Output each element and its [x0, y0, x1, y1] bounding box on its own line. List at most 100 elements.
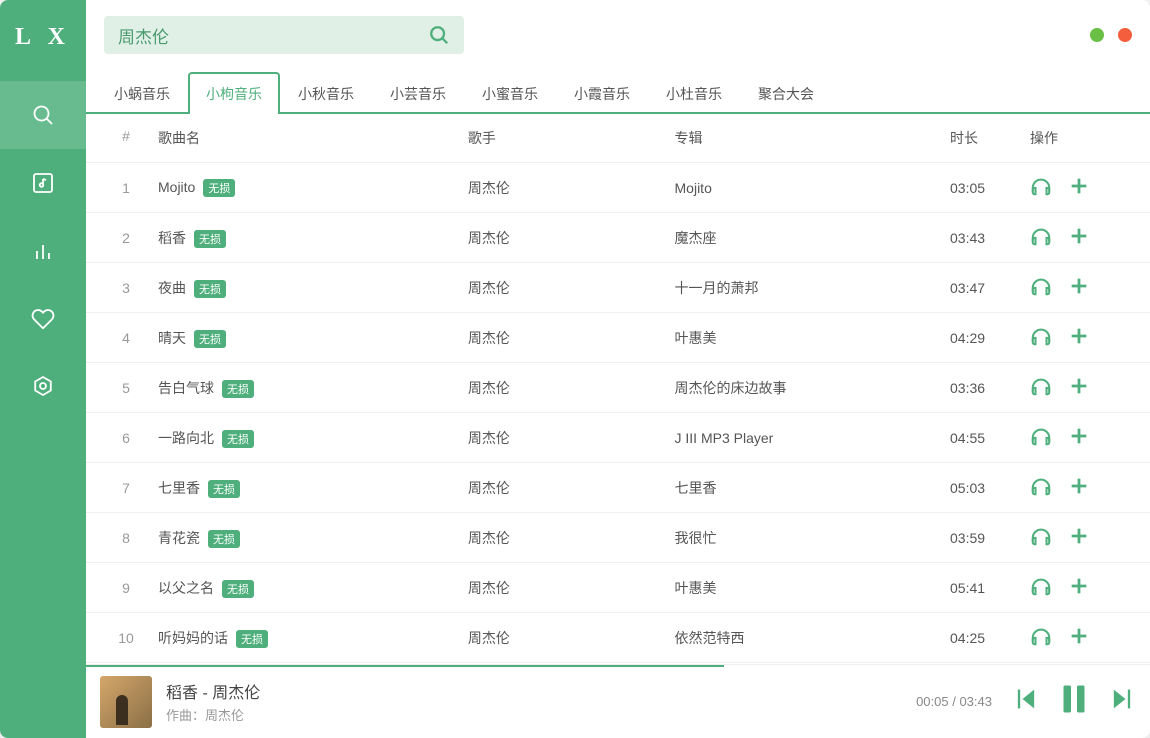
music-list-icon	[31, 171, 55, 195]
progress-bar[interactable]	[86, 665, 724, 667]
track-title: 稻香 - 周杰伦	[166, 679, 902, 703]
table-row[interactable]: 6一路向北无损周杰伦J III MP3 Player04:55	[86, 412, 1150, 462]
row-artist: 周杰伦	[468, 628, 675, 648]
nav-search[interactable]	[0, 81, 86, 149]
results-table: # 歌曲名 歌手 专辑 时长 操作 1Mojito无损周杰伦Mojito03:0…	[86, 114, 1150, 664]
nav-charts[interactable]	[0, 217, 86, 285]
quality-badge: 无损	[194, 280, 226, 298]
settings-icon	[31, 375, 55, 399]
add-button[interactable]	[1068, 575, 1090, 600]
headphones-icon	[1030, 525, 1052, 547]
row-index: 3	[106, 280, 146, 296]
add-button[interactable]	[1068, 225, 1090, 250]
table-row[interactable]: 10听妈妈的话无损周杰伦依然范特西04:25	[86, 612, 1150, 662]
row-index: 8	[106, 530, 146, 546]
source-tab-6[interactable]: 小杜音乐	[648, 72, 740, 114]
row-index: 5	[106, 380, 146, 396]
listen-button[interactable]	[1030, 225, 1052, 250]
source-tab-5[interactable]: 小霞音乐	[556, 72, 648, 114]
table-row[interactable]: 9以父之名无损周杰伦叶惠美05:41	[86, 562, 1150, 612]
quality-badge: 无损	[222, 380, 254, 398]
pause-button[interactable]	[1056, 681, 1092, 722]
nav-settings[interactable]	[0, 353, 86, 421]
add-button[interactable]	[1068, 175, 1090, 200]
table-row[interactable]: 3夜曲无损周杰伦十一月的萧邦03:47	[86, 262, 1150, 312]
row-actions	[1030, 525, 1130, 550]
row-duration: 03:47	[950, 280, 1030, 296]
nav-playlist[interactable]	[0, 149, 86, 217]
player-bar: 稻香 - 周杰伦 作曲：周杰伦 00:05 / 03:43	[86, 664, 1150, 738]
plus-icon	[1068, 375, 1090, 397]
search-input[interactable]	[118, 25, 428, 45]
row-name: 七里香无损	[146, 478, 468, 498]
listen-button[interactable]	[1030, 325, 1052, 350]
add-button[interactable]	[1068, 275, 1090, 300]
table-row[interactable]: 4晴天无损周杰伦叶惠美04:29	[86, 312, 1150, 362]
row-index: 9	[106, 580, 146, 596]
source-tab-4[interactable]: 小蜜音乐	[464, 72, 556, 114]
row-name: 稻香无损	[146, 228, 468, 248]
listen-button[interactable]	[1030, 475, 1052, 500]
heart-icon	[31, 307, 55, 331]
add-button[interactable]	[1068, 425, 1090, 450]
close-button[interactable]	[1118, 28, 1132, 42]
plus-icon	[1068, 175, 1090, 197]
minimize-button[interactable]	[1090, 28, 1104, 42]
row-artist: 周杰伦	[468, 478, 675, 498]
table-row[interactable]: 2稻香无损周杰伦魔杰座03:43	[86, 212, 1150, 262]
row-index: 10	[106, 630, 146, 646]
source-tab-0[interactable]: 小蜗音乐	[96, 72, 188, 114]
row-artist: 周杰伦	[468, 578, 675, 598]
time-separator: /	[949, 694, 960, 709]
search-box	[104, 16, 464, 54]
row-actions	[1030, 325, 1130, 350]
col-header-duration: 时长	[950, 128, 1030, 148]
row-artist: 周杰伦	[468, 178, 675, 198]
row-album: 依然范特西	[675, 628, 950, 648]
row-name: 晴天无损	[146, 328, 468, 348]
album-art[interactable]	[100, 676, 152, 728]
table-row[interactable]: 8青花瓷无损周杰伦我很忙03:59	[86, 512, 1150, 562]
row-album: 魔杰座	[675, 228, 950, 248]
skip-back-icon	[1012, 685, 1040, 713]
row-name: 告白气球无损	[146, 378, 468, 398]
table-row[interactable]: 5告白气球无损周杰伦周杰伦的床边故事03:36	[86, 362, 1150, 412]
next-button[interactable]	[1108, 685, 1136, 718]
add-button[interactable]	[1068, 375, 1090, 400]
listen-button[interactable]	[1030, 425, 1052, 450]
row-album: J III MP3 Player	[675, 430, 950, 446]
headphones-icon	[1030, 375, 1052, 397]
plus-icon	[1068, 575, 1090, 597]
quality-badge: 无损	[203, 179, 235, 197]
add-button[interactable]	[1068, 475, 1090, 500]
listen-button[interactable]	[1030, 175, 1052, 200]
listen-button[interactable]	[1030, 375, 1052, 400]
table-row[interactable]: 7七里香无损周杰伦七里香05:03	[86, 462, 1150, 512]
prev-button[interactable]	[1012, 685, 1040, 718]
search-submit-icon[interactable]	[428, 24, 450, 46]
add-button[interactable]	[1068, 625, 1090, 650]
row-index: 7	[106, 480, 146, 496]
skip-forward-icon	[1108, 685, 1136, 713]
row-name: 夜曲无损	[146, 278, 468, 298]
plus-icon	[1068, 525, 1090, 547]
listen-button[interactable]	[1030, 525, 1052, 550]
source-tab-7[interactable]: 聚合大会	[740, 72, 832, 114]
source-tab-3[interactable]: 小芸音乐	[372, 72, 464, 114]
add-button[interactable]	[1068, 325, 1090, 350]
col-header-artist: 歌手	[468, 128, 675, 148]
listen-button[interactable]	[1030, 625, 1052, 650]
row-album: 我很忙	[675, 528, 950, 548]
source-tab-1[interactable]: 小枸音乐	[188, 72, 280, 114]
listen-button[interactable]	[1030, 275, 1052, 300]
plus-icon	[1068, 625, 1090, 647]
quality-badge: 无损	[222, 580, 254, 598]
row-album: 周杰伦的床边故事	[675, 378, 950, 398]
add-button[interactable]	[1068, 525, 1090, 550]
table-row[interactable]: 1Mojito无损周杰伦Mojito03:05	[86, 162, 1150, 212]
source-tab-2[interactable]: 小秋音乐	[280, 72, 372, 114]
nav-favorites[interactable]	[0, 285, 86, 353]
time-display: 00:05 / 03:43	[916, 694, 992, 709]
listen-button[interactable]	[1030, 575, 1052, 600]
search-icon	[31, 103, 55, 127]
